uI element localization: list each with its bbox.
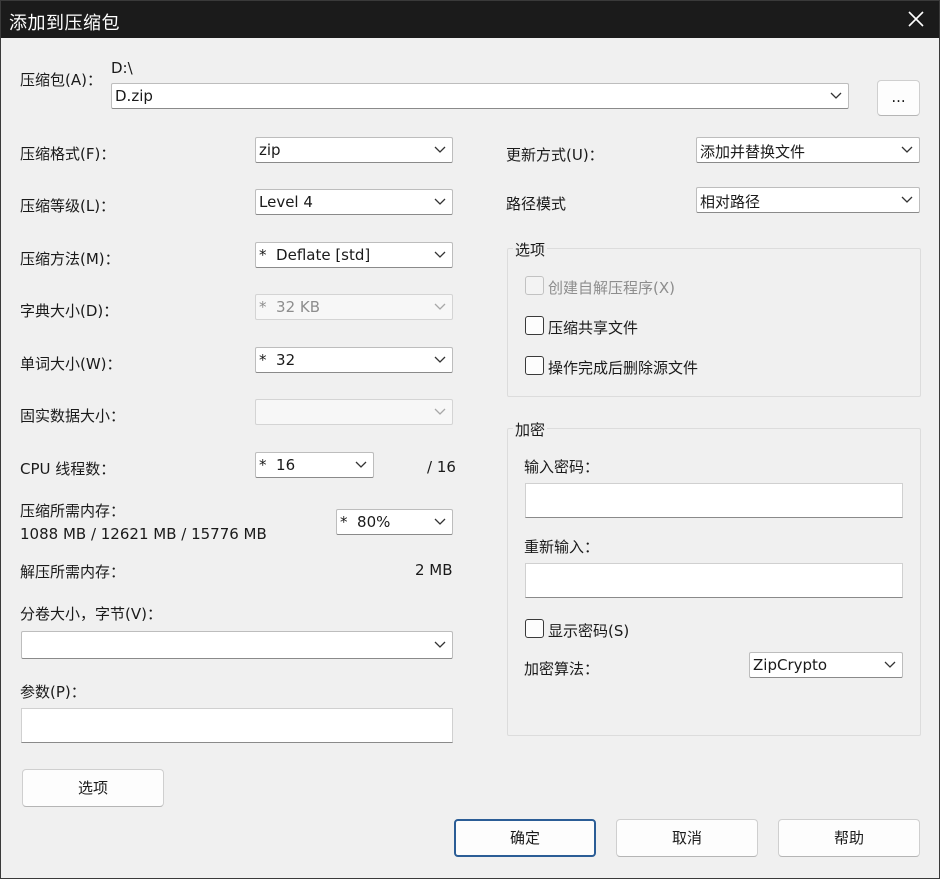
word-size-value: * 32 [259, 351, 296, 369]
cancel-button[interactable]: 取消 [616, 819, 758, 857]
archive-label: 压缩包(A)： [20, 71, 102, 89]
chevron-down-icon [434, 303, 446, 310]
add-to-archive-dialog: 添加到压缩包 压缩包(A)： D:\ D.zip ... 压缩格式(F)： zi… [0, 0, 940, 879]
close-icon [908, 11, 924, 27]
split-size-combo[interactable] [21, 631, 453, 659]
threads-label: CPU 线程数： [20, 460, 116, 478]
encryption-method-combo[interactable]: ZipCrypto [749, 652, 903, 678]
chevron-down-icon [434, 641, 446, 648]
ok-button-label: 确定 [509, 829, 540, 847]
parameters-input[interactable] [21, 708, 453, 743]
encryption-group-legend: 加密 [513, 419, 548, 440]
browse-label: ... [891, 88, 906, 106]
method-combo[interactable]: * Deflate [std] [255, 242, 453, 268]
dictionary-value: * 32 KB [259, 298, 321, 316]
sfx-label: 创建自解压程序(X) [548, 279, 675, 297]
memory-label: 压缩所需内存： [20, 502, 126, 520]
decompress-memory-label: 解压所需内存： [20, 563, 126, 581]
update-mode-label: 更新方式(U)： [506, 146, 604, 164]
parameters-label: 参数(P)： [20, 683, 86, 701]
chevron-down-icon [355, 461, 367, 468]
level-value: Level 4 [259, 193, 313, 211]
format-value: zip [259, 141, 281, 159]
password-label: 输入密码： [524, 458, 600, 476]
sfx-checkbox [525, 276, 544, 295]
chevron-down-icon [434, 408, 446, 415]
archive-name-combo[interactable]: D.zip [111, 83, 849, 109]
encryption-method-label: 加密算法： [524, 660, 600, 678]
chevron-down-icon [884, 661, 896, 668]
word-size-combo[interactable]: * 32 [255, 347, 453, 373]
close-button[interactable] [893, 1, 939, 38]
ok-button[interactable]: 确定 [454, 819, 596, 857]
options-button-label: 选项 [77, 779, 108, 797]
threads-max: / 16 [427, 458, 456, 476]
browse-button[interactable]: ... [877, 80, 920, 116]
title-bar: 添加到压缩包 [1, 1, 939, 38]
cancel-button-label: 取消 [671, 829, 702, 847]
help-button[interactable]: 帮助 [778, 819, 920, 857]
memory-detail: 1088 MB / 12621 MB / 15776 MB [20, 525, 267, 543]
path-mode-combo[interactable]: 相对路径 [696, 187, 920, 213]
word-size-label: 单词大小(W)： [20, 355, 122, 373]
archive-name-value: D.zip [115, 87, 153, 105]
format-label: 压缩格式(F)： [20, 145, 116, 163]
update-mode-value: 添加并替换文件 [700, 143, 806, 161]
password-input[interactable] [525, 483, 903, 518]
chevron-down-icon [434, 251, 446, 258]
chevron-down-icon [434, 198, 446, 205]
dictionary-label: 字典大小(D)： [20, 302, 119, 320]
threads-combo[interactable]: * 16 [255, 452, 374, 478]
method-value: * Deflate [std] [259, 246, 371, 264]
delete-after-label[interactable]: 操作完成后删除源文件 [548, 357, 698, 378]
delete-after-checkbox[interactable] [525, 356, 544, 375]
decompress-memory-value: 2 MB [415, 561, 453, 579]
show-password-label[interactable]: 显示密码(S) [548, 620, 629, 641]
split-size-label: 分卷大小，字节(V)： [20, 605, 162, 623]
format-combo[interactable]: zip [255, 137, 453, 163]
compress-shared-checkbox[interactable] [525, 316, 544, 335]
memory-usage-combo[interactable]: * 80% [336, 509, 453, 535]
window-title: 添加到压缩包 [9, 13, 120, 34]
chevron-down-icon [434, 146, 446, 153]
solid-size-label: 固实数据大小： [20, 407, 126, 425]
chevron-down-icon [830, 92, 842, 99]
reenter-password-input[interactable] [525, 563, 903, 598]
memory-usage-value: * 80% [340, 513, 391, 531]
dictionary-combo: * 32 KB [255, 294, 453, 320]
level-label: 压缩等级(L)： [20, 197, 116, 215]
reenter-password-label: 重新输入： [524, 538, 600, 556]
show-password-checkbox[interactable] [525, 619, 544, 638]
chevron-down-icon [434, 518, 446, 525]
chevron-down-icon [434, 356, 446, 363]
threads-value: * 16 [259, 456, 296, 474]
chevron-down-icon [901, 196, 913, 203]
method-label: 压缩方法(M)： [20, 250, 120, 268]
archive-directory: D:\ [111, 59, 133, 77]
options-group-legend: 选项 [513, 239, 548, 260]
path-mode-label: 路径模式 [506, 195, 567, 213]
path-mode-value: 相对路径 [700, 193, 761, 211]
options-button[interactable]: 选项 [22, 769, 164, 807]
encryption-method-value: ZipCrypto [753, 656, 828, 674]
help-button-label: 帮助 [833, 829, 864, 847]
update-mode-combo[interactable]: 添加并替换文件 [696, 137, 920, 163]
level-combo[interactable]: Level 4 [255, 189, 453, 215]
chevron-down-icon [901, 146, 913, 153]
solid-size-combo [255, 399, 453, 425]
compress-shared-label[interactable]: 压缩共享文件 [548, 317, 638, 338]
